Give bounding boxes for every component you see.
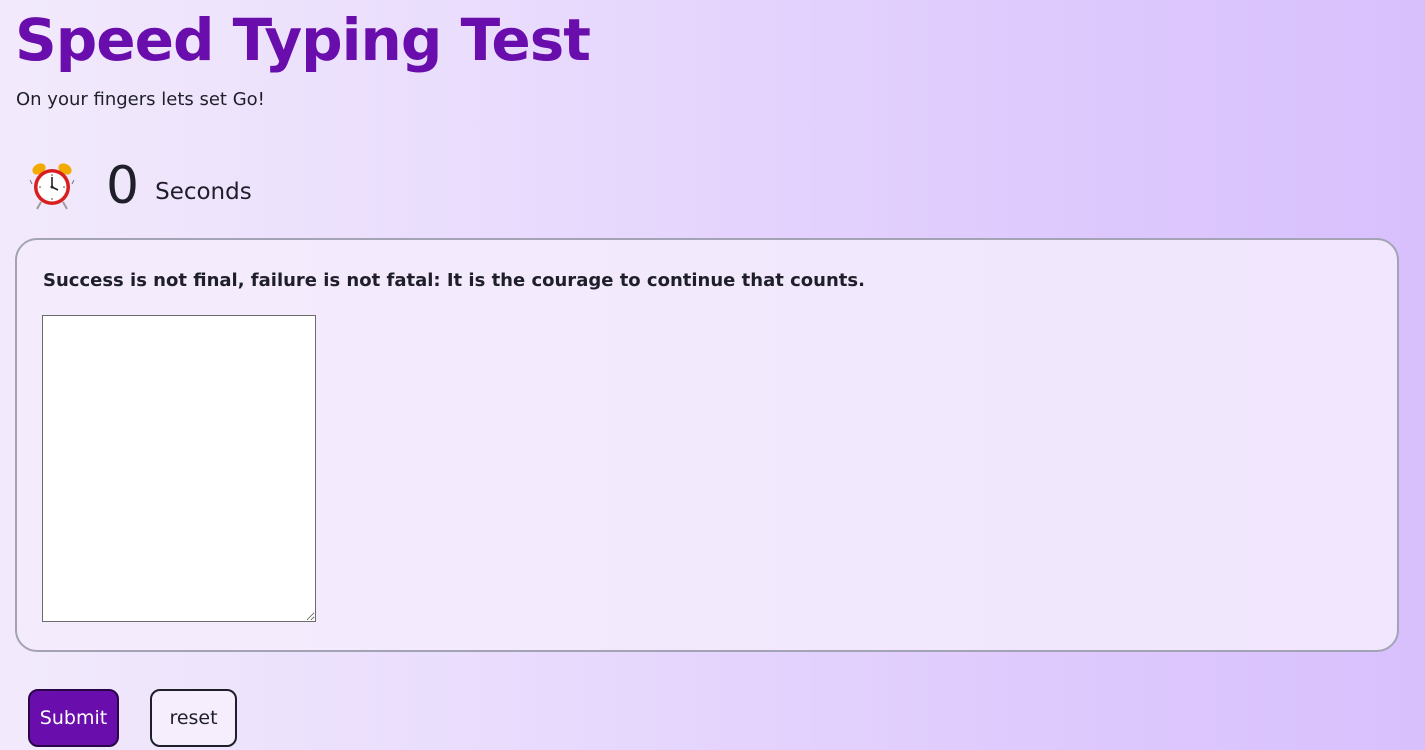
quote-text: Success is not final, failure is not fat… <box>43 270 865 291</box>
timer-value: 0 <box>106 156 140 216</box>
submit-button[interactable]: Submit <box>28 689 119 747</box>
timer-unit-label: Seconds <box>155 179 252 205</box>
quote-card: Success is not final, failure is not fat… <box>15 238 1399 652</box>
reset-button[interactable]: reset <box>150 689 237 747</box>
page-subtitle: On your fingers lets set Go! <box>16 89 265 110</box>
timer-display: 0 Seconds <box>28 150 252 214</box>
page-title: Speed Typing Test <box>15 6 591 74</box>
typing-input[interactable] <box>42 315 316 622</box>
alarm-clock-icon <box>28 156 76 212</box>
